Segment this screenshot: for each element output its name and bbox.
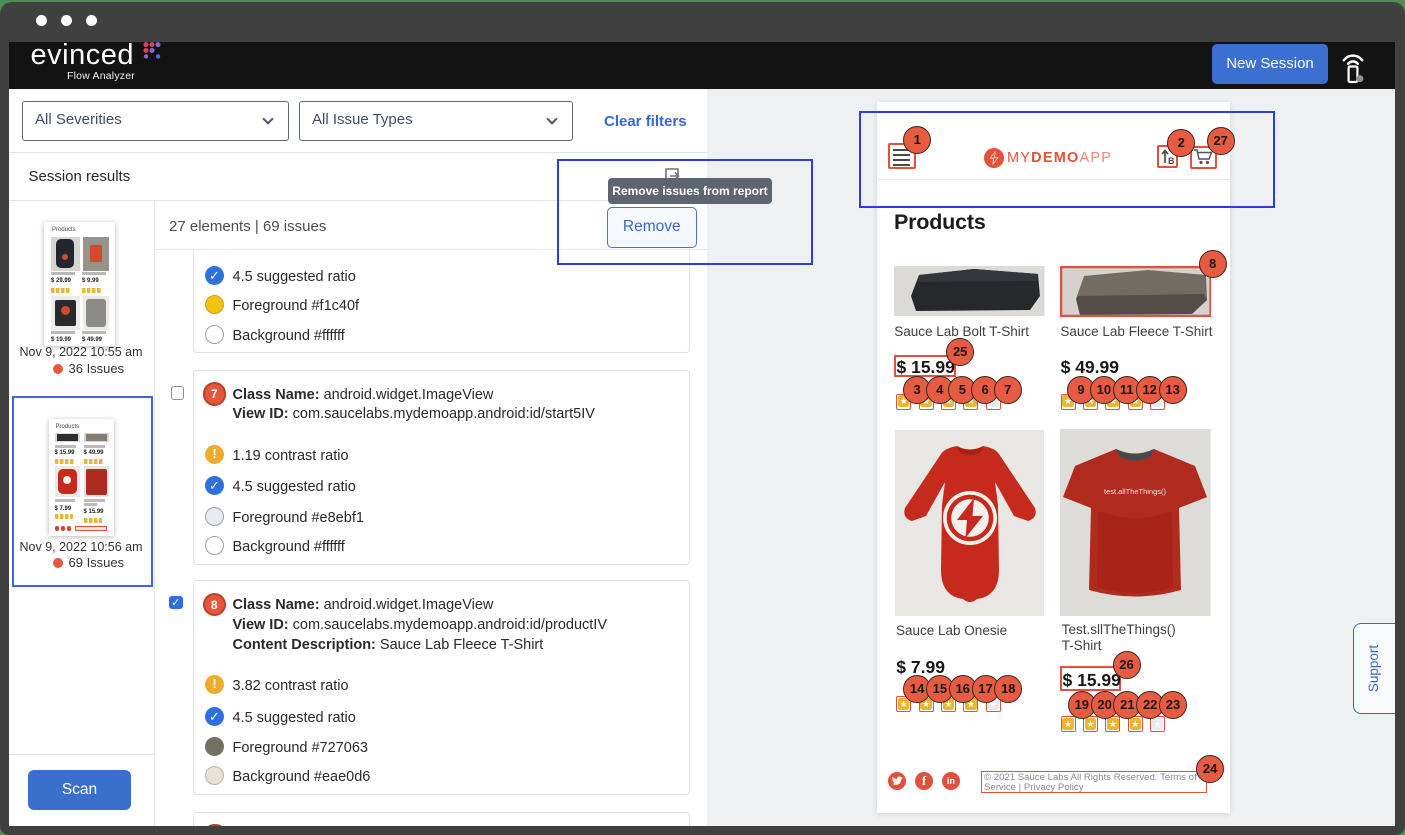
svg-text:test.allTheThings(): test.allTheThings(): [1104, 487, 1166, 496]
